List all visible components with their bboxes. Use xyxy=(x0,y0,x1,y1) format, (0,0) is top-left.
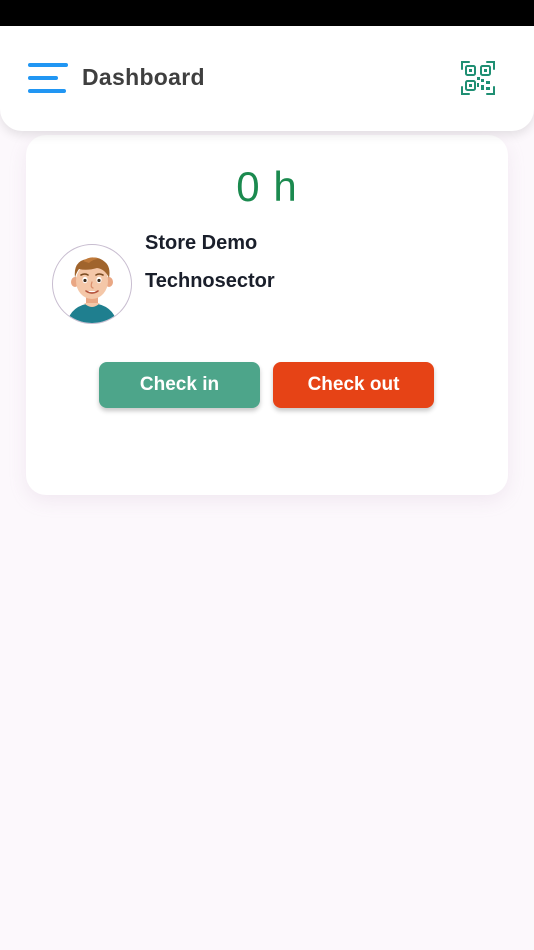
status-bar xyxy=(0,0,534,26)
check-out-button[interactable]: Check out xyxy=(273,362,434,408)
menu-icon xyxy=(28,63,68,93)
attendance-card: 0 h Store Demo Technosector Check in Che… xyxy=(26,135,508,495)
company-name: Technosector xyxy=(145,270,275,292)
check-in-button[interactable]: Check in xyxy=(99,362,260,408)
page-title: Dashboard xyxy=(82,64,205,90)
avatar-illustration xyxy=(67,257,117,323)
menu-button[interactable] xyxy=(22,56,74,100)
hours-worked: 0 h xyxy=(236,163,298,210)
qr-scan-button[interactable] xyxy=(456,56,500,100)
qr-code-icon xyxy=(461,61,495,95)
app-bar: Dashboard xyxy=(0,26,534,131)
user-name: Store Demo xyxy=(145,232,258,254)
avatar xyxy=(52,244,132,324)
